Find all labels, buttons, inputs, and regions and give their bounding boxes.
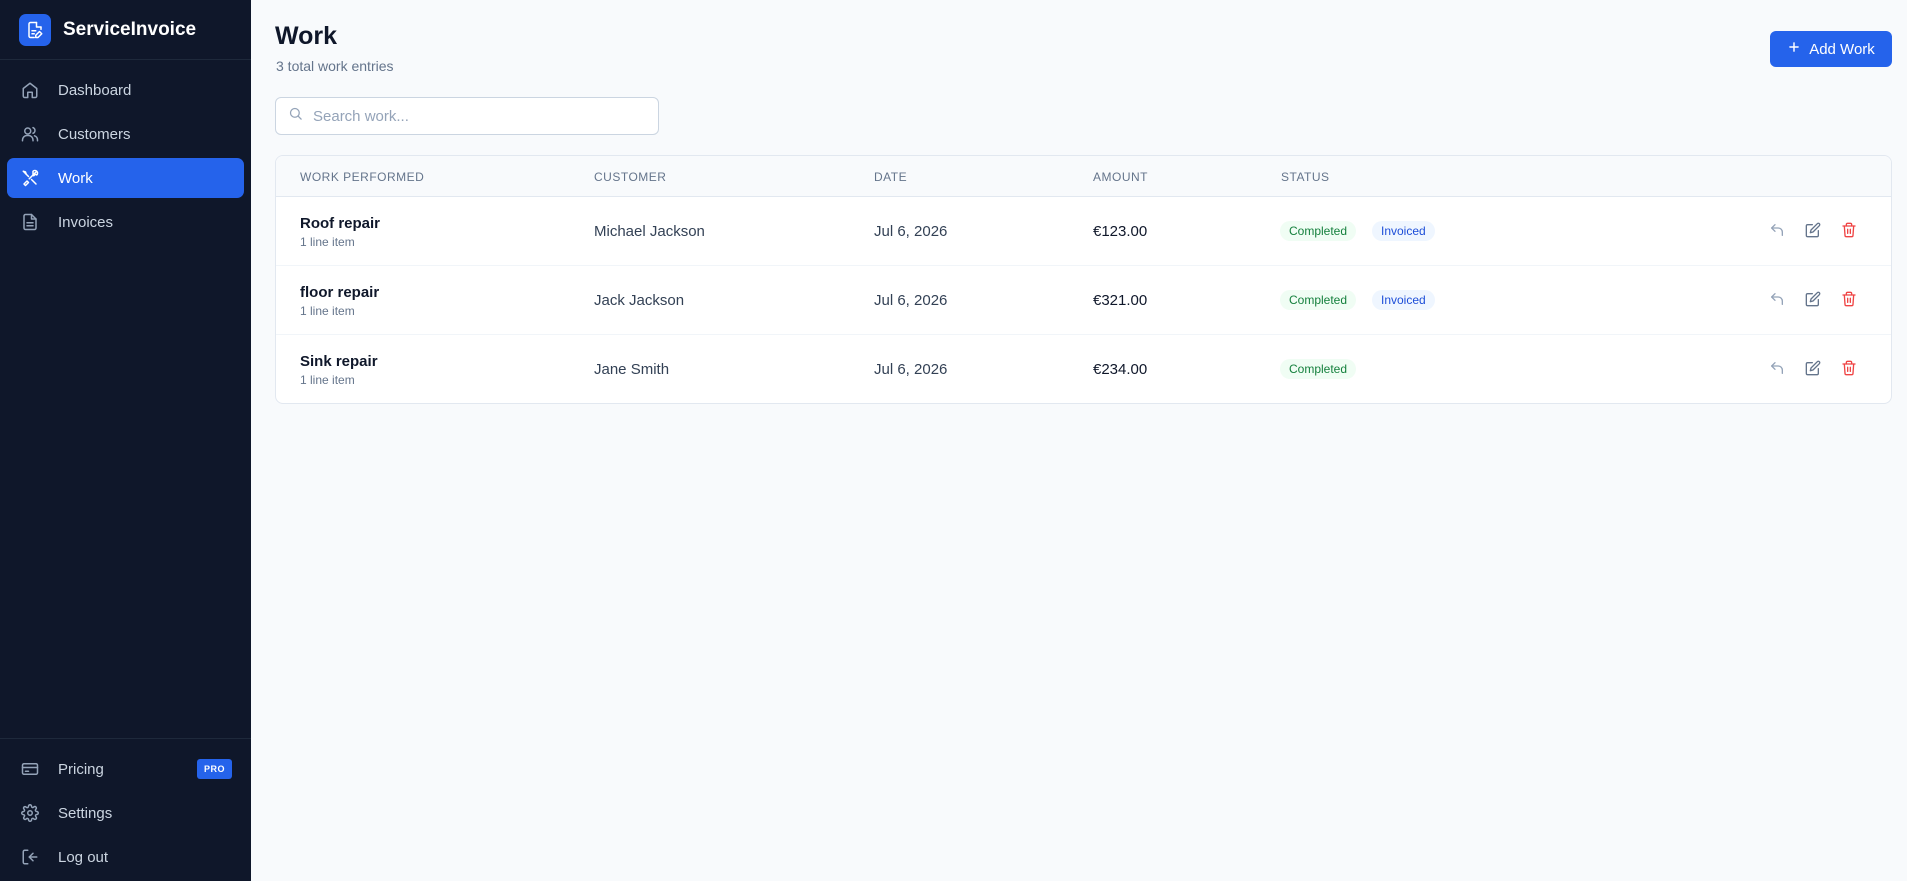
revert-icon[interactable]: [1768, 221, 1786, 239]
table-header: WORK PERFORMED CUSTOMER DATE AMOUNT STAT…: [276, 156, 1891, 197]
logout-icon: [20, 847, 40, 867]
work-date: Jul 6, 2026: [874, 361, 948, 378]
sidebar-footer: Pricing PRO Settings Log out: [0, 738, 251, 881]
document-icon: [20, 212, 40, 232]
sidebar-item-logout[interactable]: Log out: [7, 837, 244, 877]
sidebar: ServiceInvoice Dashboard Customers Work …: [0, 0, 251, 881]
status-badge-completed: Completed: [1280, 221, 1357, 241]
sidebar-item-pricing[interactable]: Pricing PRO: [7, 749, 244, 789]
tools-icon: [20, 168, 40, 188]
work-date: Jul 6, 2026: [874, 292, 948, 309]
sidebar-item-label: Settings: [58, 804, 113, 822]
table-row[interactable]: Roof repair 1 line item Michael Jackson …: [276, 197, 1891, 266]
row-actions: [1768, 290, 1858, 308]
column-header-amount[interactable]: AMOUNT: [1093, 170, 1148, 184]
delete-icon[interactable]: [1840, 359, 1858, 377]
column-header-customer[interactable]: CUSTOMER: [594, 170, 666, 184]
work-title[interactable]: floor repair: [300, 284, 379, 301]
sidebar-item-customers[interactable]: Customers: [7, 114, 244, 154]
status-badge-completed: Completed: [1280, 290, 1357, 310]
brand[interactable]: ServiceInvoice: [0, 0, 251, 60]
status-badge-invoiced: Invoiced: [1372, 221, 1435, 241]
status-badge-completed: Completed: [1280, 359, 1357, 379]
app-logo-icon: [19, 13, 51, 46]
home-icon: [20, 80, 40, 100]
search-box[interactable]: [275, 97, 659, 135]
work-table: WORK PERFORMED CUSTOMER DATE AMOUNT STAT…: [275, 155, 1892, 404]
revert-icon[interactable]: [1768, 290, 1786, 308]
app-name: ServiceInvoice: [63, 18, 197, 40]
column-header-work[interactable]: WORK PERFORMED: [300, 170, 424, 184]
column-header-date[interactable]: DATE: [874, 170, 907, 184]
sidebar-item-dashboard[interactable]: Dashboard: [7, 70, 244, 110]
customer-name: Jane Smith: [594, 361, 670, 378]
edit-icon[interactable]: [1804, 359, 1822, 377]
status-badge-invoiced: Invoiced: [1372, 290, 1435, 310]
credit-card-icon: [20, 759, 40, 779]
table-row[interactable]: floor repair 1 line item Jack Jackson Ju…: [276, 266, 1891, 335]
work-date: Jul 6, 2026: [874, 223, 948, 240]
sidebar-item-work[interactable]: Work: [7, 158, 244, 198]
pro-badge: PRO: [196, 759, 232, 779]
work-title[interactable]: Sink repair: [300, 353, 378, 370]
sidebar-item-invoices[interactable]: Invoices: [7, 202, 244, 242]
sidebar-item-label: Dashboard: [58, 81, 132, 99]
add-work-button[interactable]: Add Work: [1770, 31, 1892, 67]
users-icon: [20, 124, 40, 144]
sidebar-nav: Dashboard Customers Work Invoices: [0, 60, 251, 242]
sidebar-item-label: Invoices: [58, 213, 114, 231]
edit-icon[interactable]: [1804, 290, 1822, 308]
work-line-items: 1 line item: [300, 304, 355, 318]
page-subtitle: 3 total work entries: [276, 58, 394, 74]
delete-icon[interactable]: [1840, 290, 1858, 308]
sidebar-item-label: Pricing: [58, 760, 104, 778]
sidebar-item-label: Log out: [58, 848, 109, 866]
work-amount: €321.00: [1093, 292, 1148, 309]
work-amount: €123.00: [1093, 223, 1148, 240]
work-amount: €234.00: [1093, 361, 1148, 378]
customer-name: Jack Jackson: [594, 292, 685, 309]
sidebar-item-label: Customers: [58, 125, 131, 143]
work-line-items: 1 line item: [300, 373, 355, 387]
plus-icon: [1787, 40, 1801, 58]
column-header-status[interactable]: STATUS: [1281, 170, 1330, 184]
sidebar-item-settings[interactable]: Settings: [7, 793, 244, 833]
row-actions: [1768, 221, 1858, 239]
row-actions: [1768, 359, 1858, 377]
search-icon: [288, 106, 303, 126]
sidebar-item-label: Work: [58, 169, 93, 187]
revert-icon[interactable]: [1768, 359, 1786, 377]
work-title[interactable]: Roof repair: [300, 215, 380, 232]
delete-icon[interactable]: [1840, 221, 1858, 239]
edit-icon[interactable]: [1804, 221, 1822, 239]
add-work-label: Add Work: [1809, 40, 1875, 58]
main-content: Work 3 total work entries Add Work WORK …: [251, 0, 1907, 881]
search-input[interactable]: [313, 107, 643, 125]
customer-name: Michael Jackson: [594, 223, 705, 240]
page-title: Work: [275, 22, 338, 50]
table-row[interactable]: Sink repair 1 line item Jane Smith Jul 6…: [276, 335, 1891, 403]
work-line-items: 1 line item: [300, 235, 355, 249]
gear-icon: [20, 803, 40, 823]
